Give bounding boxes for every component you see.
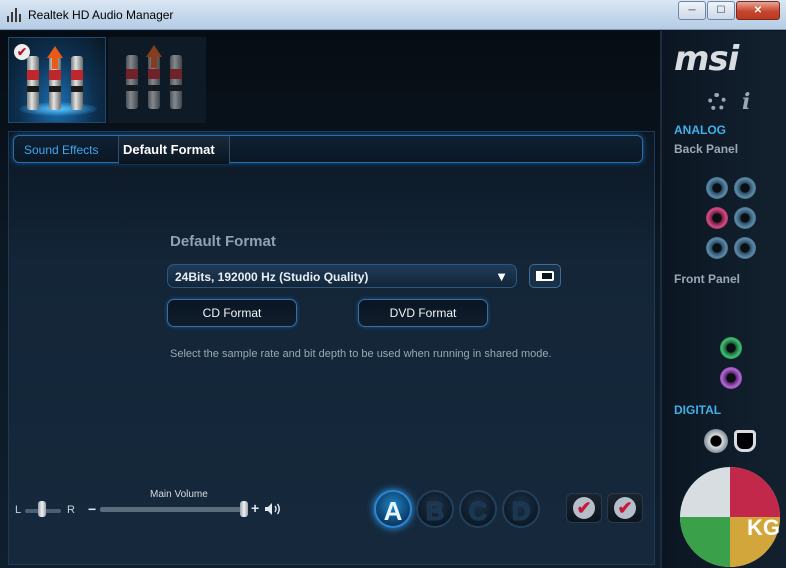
format-dropdown-value: 24Bits, 192000 Hz (Studio Quality)	[175, 270, 369, 284]
back-jack-gray[interactable]	[734, 177, 756, 199]
output-device-tab[interactable]: ✔	[8, 37, 106, 123]
input-device-tab[interactable]	[108, 37, 206, 123]
close-button[interactable]: ✕	[736, 1, 780, 20]
volume-down-icon[interactable]: −	[88, 501, 96, 517]
front-jack-mic[interactable]	[720, 367, 742, 389]
front-panel-label: Front Panel	[674, 272, 741, 286]
content-panel: Sound Effects Default Format Default For…	[8, 131, 655, 565]
profile-a-button[interactable]: A	[374, 490, 412, 528]
balance-left-label: L	[15, 504, 22, 516]
minimize-button[interactable]: ─	[678, 1, 706, 20]
back-jack-mic[interactable]	[706, 207, 728, 229]
profile-d-button[interactable]: D	[502, 490, 540, 528]
cd-format-button[interactable]: CD Format	[167, 299, 297, 327]
apply-profile-button[interactable]: ✔	[566, 493, 602, 523]
balance-right-label: R	[67, 504, 75, 516]
profile-c-button[interactable]: C	[459, 490, 497, 528]
title-bar: Realtek HD Audio Manager ─ ☐ ✕	[0, 0, 786, 30]
connector-panel: msi i ANALOG Back Panel Front Panel DIGI…	[660, 31, 786, 568]
profile-b-button[interactable]: B	[416, 490, 454, 528]
analog-heading: ANALOG	[674, 123, 726, 137]
main-volume-slider-track[interactable]	[100, 507, 248, 512]
check-icon: ✔	[573, 497, 595, 519]
balance-slider-handle[interactable]	[38, 501, 46, 517]
digital-heading: DIGITAL	[674, 403, 722, 417]
speaker-app-icon	[7, 8, 23, 22]
rca-plugs-icon	[27, 46, 91, 114]
speaker-icon[interactable]	[264, 502, 282, 516]
battery-toggle-icon	[536, 271, 554, 281]
kg-watermark-logo: KG	[680, 467, 780, 567]
format-toggle-button[interactable]	[529, 264, 561, 288]
dvd-format-button[interactable]: DVD Format	[358, 299, 488, 327]
info-icon[interactable]: i	[742, 89, 750, 115]
msi-logo: msi	[674, 39, 739, 79]
main-volume-label: Main Volume	[150, 489, 208, 500]
back-jack-black[interactable]	[734, 207, 756, 229]
maximize-button[interactable]: ☐	[707, 1, 735, 20]
back-jack-line-out[interactable]	[734, 237, 756, 259]
check-edit-icon: ✔	[614, 497, 636, 519]
main-volume-slider-handle[interactable]	[240, 501, 248, 517]
front-jack-headphone[interactable]	[720, 337, 742, 359]
format-hint-text: Select the sample rate and bit depth to …	[170, 348, 552, 360]
default-device-check-icon: ✔	[14, 44, 30, 60]
window-title: Realtek HD Audio Manager	[28, 8, 174, 22]
back-panel-label: Back Panel	[674, 142, 739, 156]
format-dropdown[interactable]: 24Bits, 192000 Hz (Studio Quality) ▼	[167, 264, 517, 288]
section-title: Default Format	[170, 233, 276, 250]
volume-up-icon[interactable]: +	[251, 500, 259, 516]
back-jack-blue[interactable]	[706, 177, 728, 199]
gear-icon[interactable]	[708, 93, 726, 111]
tab-bar: Sound Effects Default Format	[13, 135, 643, 164]
back-jack-orange[interactable]	[706, 237, 728, 259]
app-body: ✔ Sound Effects Default Format Default F…	[0, 31, 786, 568]
rca-plugs-icon	[126, 45, 190, 113]
tab-default-format[interactable]: Default Format	[118, 136, 230, 164]
edit-profile-button[interactable]: ✔	[607, 493, 643, 523]
chevron-down-icon[interactable]: ▼	[495, 269, 508, 284]
tab-sound-effects[interactable]: Sound Effects	[24, 136, 99, 164]
kg-watermark-text: KG	[747, 515, 780, 540]
